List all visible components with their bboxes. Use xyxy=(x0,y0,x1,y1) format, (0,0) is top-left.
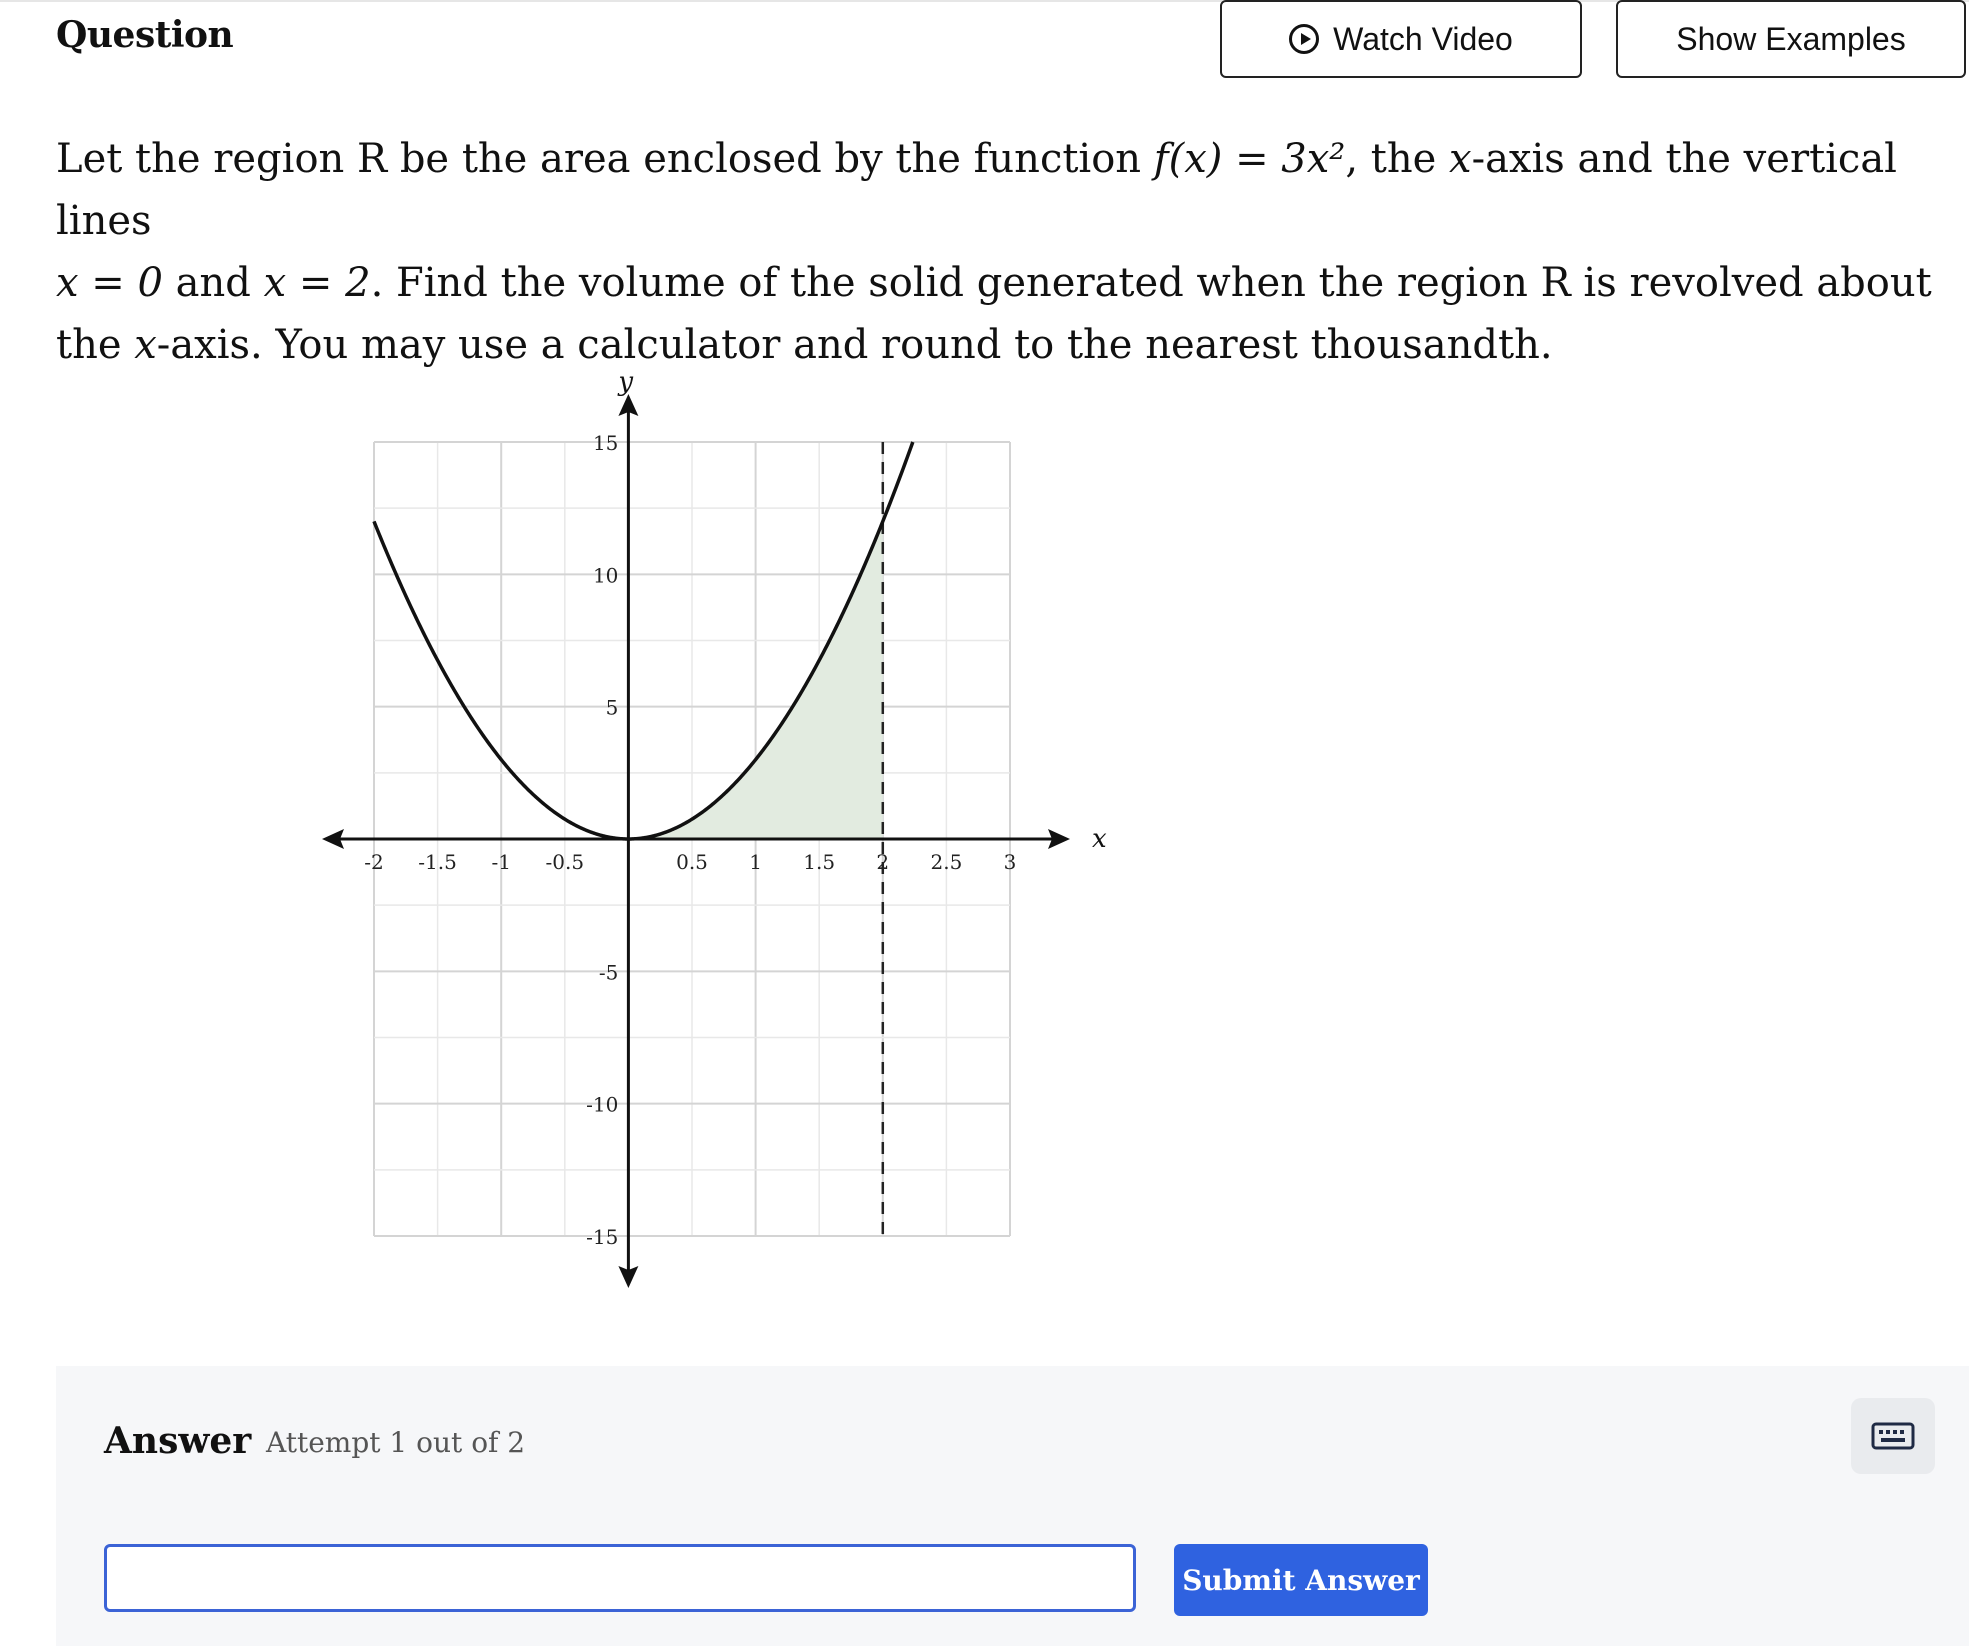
graph: x y -2 -1.5 -1 -0.5 0.5 1 1.5 2 2.5 3 15 10 5 -5 -10 -15 xyxy=(320,367,1260,1300)
x-tick-label: -2 xyxy=(364,850,383,874)
x-tick-label: -1.5 xyxy=(418,850,457,874)
keyboard-button[interactable] xyxy=(1851,1398,1935,1474)
y-tick-label: 5 xyxy=(606,696,619,720)
function-graph: x y -2 -1.5 -1 -0.5 0.5 1 1.5 2 2.5 3 15 10 5 -5 -10 -15 xyxy=(322,367,1107,1288)
answer-title: Answer xyxy=(104,1420,252,1462)
keyboard-icon xyxy=(1871,1422,1915,1450)
y-tick-label: 15 xyxy=(593,431,618,455)
y-tick-label: -15 xyxy=(586,1225,618,1249)
y-tick-label: 10 xyxy=(593,563,618,587)
problem-text-part: and xyxy=(162,260,264,306)
math-expression: f(x) = 3x² xyxy=(1153,136,1346,182)
show-examples-button[interactable]: Show Examples xyxy=(1616,0,1966,78)
x-tick-label: 1.5 xyxy=(803,850,835,874)
watch-video-label: Watch Video xyxy=(1333,20,1513,57)
submit-answer-button[interactable]: Submit Answer xyxy=(1174,1544,1428,1616)
y-tick-label: -10 xyxy=(586,1093,618,1117)
x-tick-label: 2.5 xyxy=(930,850,962,874)
math-expression: x xyxy=(134,322,157,368)
problem-text-part: , the xyxy=(1345,136,1449,182)
math-expression: x xyxy=(1449,136,1472,182)
y-axis-label: y xyxy=(617,370,633,397)
attempt-counter: Attempt 1 out of 2 xyxy=(266,1426,526,1459)
x-axis-label: x xyxy=(1092,824,1107,854)
x-tick-label: -1 xyxy=(491,850,510,874)
x-tick-label: -0.5 xyxy=(546,850,585,874)
answer-input[interactable] xyxy=(104,1544,1136,1612)
x-tick-label: 3 xyxy=(1004,850,1017,874)
problem-text-part: -axis. You may use a calculator and roun… xyxy=(156,322,1553,368)
play-circle-icon xyxy=(1289,24,1320,54)
answer-panel: Answer Attempt 1 out of 2 Submit Answer xyxy=(56,1366,1969,1646)
math-expression: x = 2 xyxy=(263,260,371,306)
math-expression: x = 0 xyxy=(56,260,163,306)
x-tick-label: 1 xyxy=(749,850,762,874)
problem-text-part: Let the region R be the area enclosed by… xyxy=(56,136,1154,182)
y-tick-label: -5 xyxy=(599,960,618,984)
show-examples-label: Show Examples xyxy=(1676,20,1906,57)
watch-video-button[interactable]: Watch Video xyxy=(1220,0,1582,78)
question-header: Question xyxy=(56,14,234,56)
x-tick-label: 2 xyxy=(876,850,889,874)
problem-text: Let the region R be the area enclosed by… xyxy=(56,128,1936,376)
x-tick-label: 0.5 xyxy=(676,850,708,874)
